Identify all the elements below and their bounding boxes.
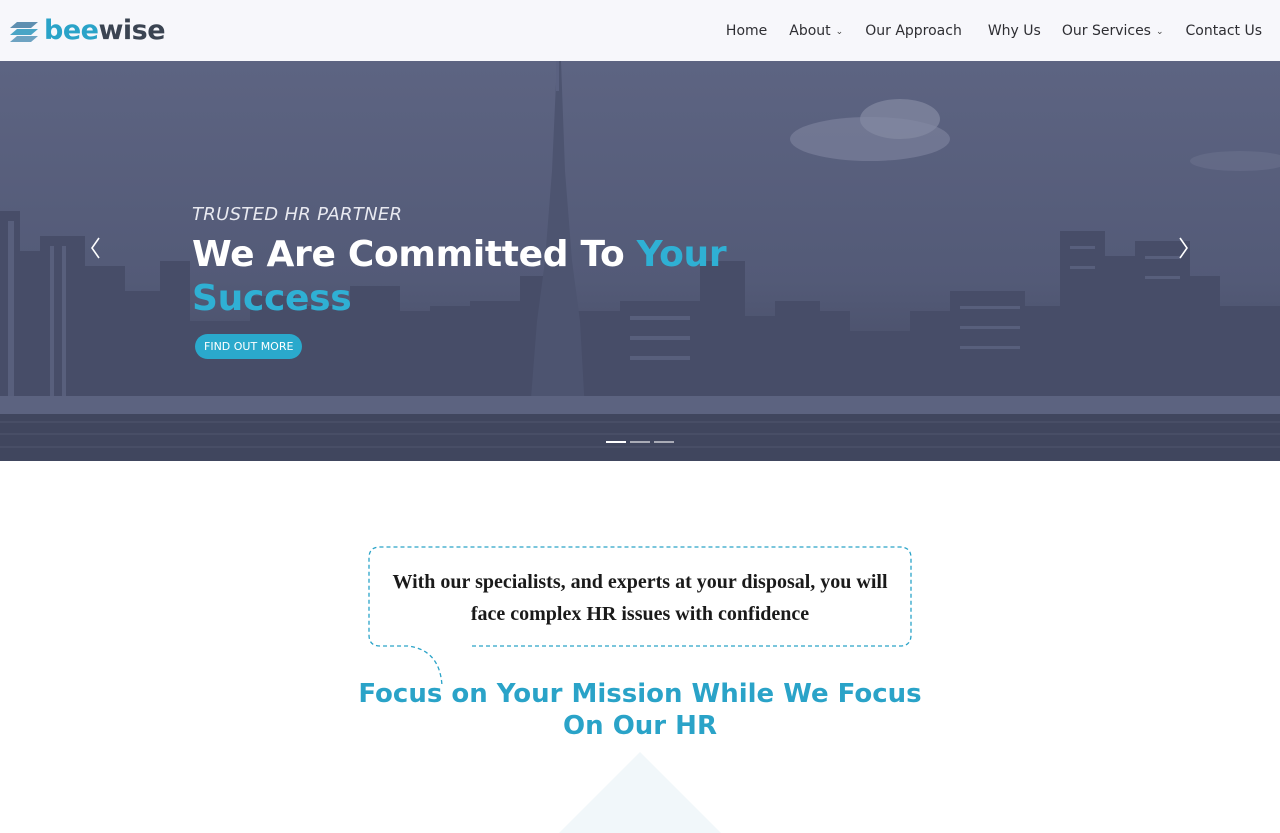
nav-why-us[interactable]: Why Us [988, 0, 1041, 61]
chevron-left-icon [91, 237, 100, 259]
nav-about[interactable]: About ⌄ [789, 0, 843, 61]
slider-dot[interactable] [630, 441, 650, 443]
quote-text: With our specialists, and experts at you… [392, 571, 888, 625]
hero-slider: TRUSTED HR PARTNER We Are Committed To Y… [0, 61, 1280, 461]
stripes-logo-icon [10, 21, 38, 42]
slider-dot[interactable] [654, 441, 674, 443]
quote-bubble: With our specialists, and experts at you… [368, 546, 912, 687]
brand-name: beewise [44, 15, 166, 46]
mission-heading: Focus on Your Mission While We Focus On … [358, 679, 922, 741]
nav-our-services[interactable]: Our Services ⌄ [1062, 0, 1164, 61]
brand-logo[interactable]: beewise [8, 15, 166, 46]
slider-next-button[interactable] [1171, 233, 1195, 263]
chevron-down-icon: ⌄ [835, 26, 844, 37]
hero-title: We Are Committed To Your Success [192, 234, 727, 319]
main-nav: Home About ⌄ Our Approach Why Us Our Serv… [726, 0, 1262, 61]
nav-contact-us[interactable]: Contact Us [1186, 0, 1262, 61]
chevron-down-icon: ⌄ [1155, 26, 1164, 37]
slider-prev-button[interactable] [84, 233, 108, 263]
decorative-triangle [558, 752, 722, 833]
slider-dot[interactable] [606, 441, 626, 443]
hero-eyebrow: TRUSTED HR PARTNER [192, 204, 403, 225]
nav-our-approach[interactable]: Our Approach [865, 0, 962, 61]
chevron-right-icon [1179, 237, 1188, 259]
nav-home[interactable]: Home [726, 0, 767, 61]
slider-dots [606, 441, 678, 443]
find-out-more-button[interactable]: FIND OUT MORE [195, 334, 303, 359]
site-header: beewise Home About ⌄ Our Approach Why Us … [0, 0, 1280, 61]
